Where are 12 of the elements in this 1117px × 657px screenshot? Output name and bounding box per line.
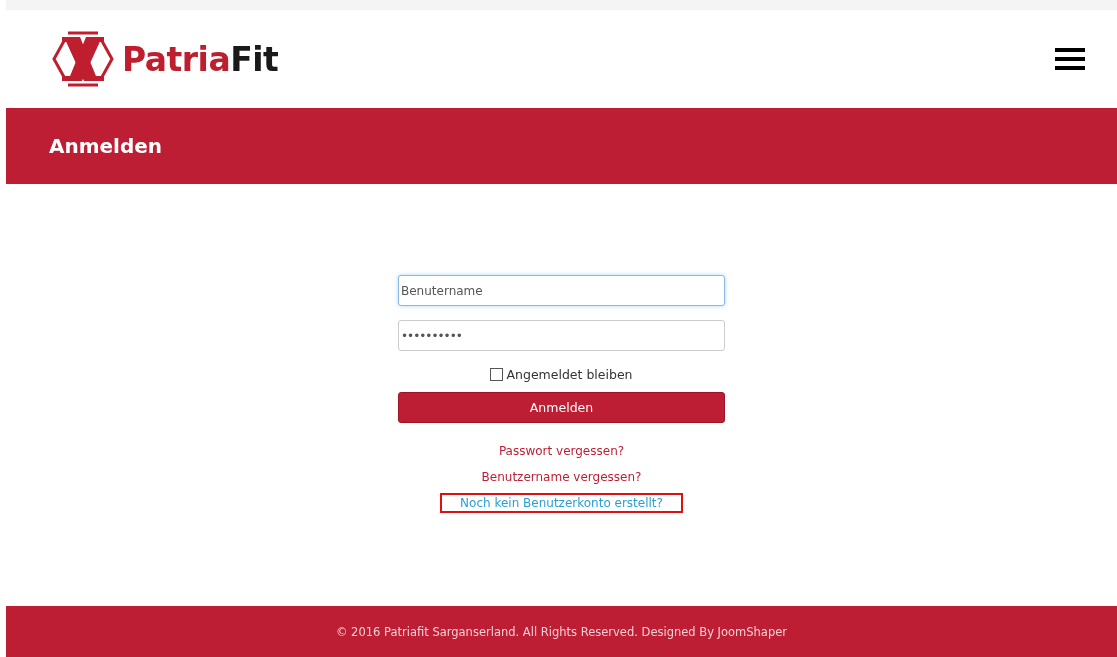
- page-title: Anmelden: [49, 134, 163, 158]
- text-link[interactable]: Passwort vergessen?: [490, 441, 633, 461]
- text-link[interactable]: Benutzername vergessen?: [473, 467, 650, 487]
- username-field[interactable]: Benutername: [398, 275, 725, 306]
- password-field[interactable]: ••••••••••: [398, 320, 725, 351]
- copyright-text: © 2016 Patriafit Sarganserland. All Rights Reserved. Designed By JoomShaper: [335, 624, 787, 639]
- login-button[interactable]: Anmelden: [398, 392, 725, 423]
- checkbox-label: Angemeldet bleiben: [506, 367, 633, 382]
- logo-text: PatriaFit: [122, 39, 279, 79]
- menu-icon[interactable]: [1055, 47, 1085, 71]
- checkbox[interactable]: [490, 368, 504, 381]
- logo-icon: [50, 29, 116, 89]
